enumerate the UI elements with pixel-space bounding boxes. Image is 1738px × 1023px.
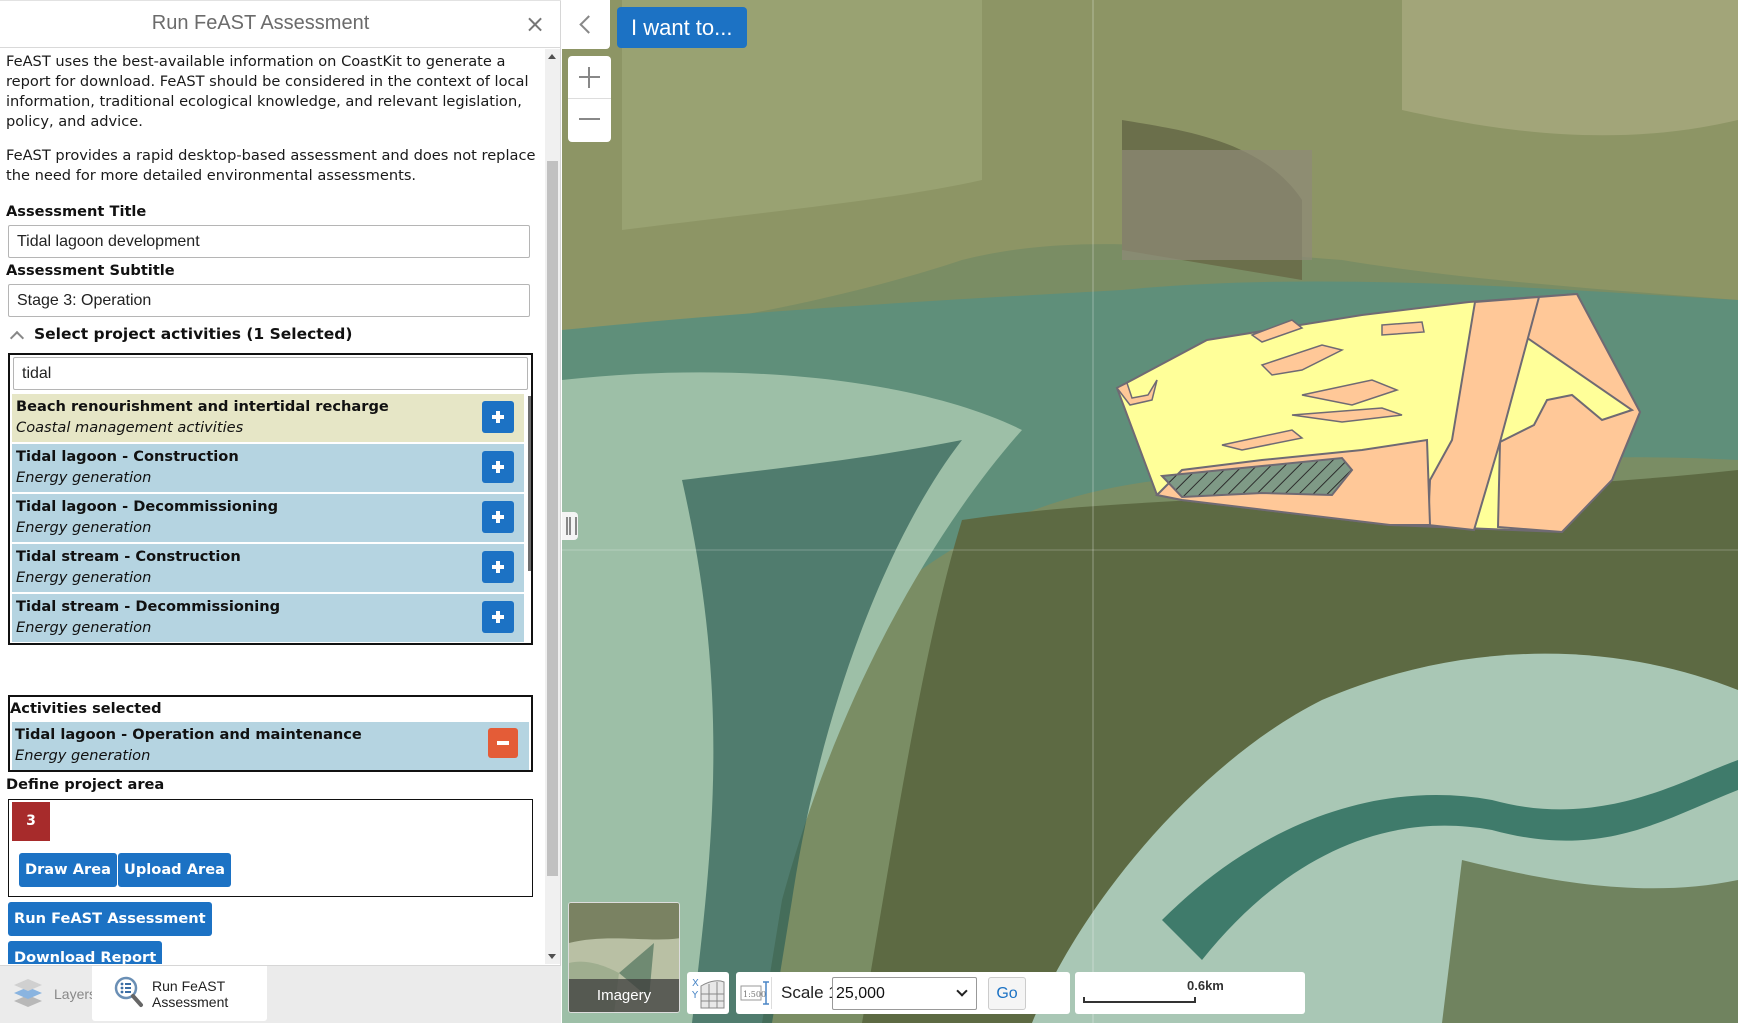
intro-paragraph: FeAST provides a rapid desktop-based ass… — [6, 147, 536, 184]
svg-text:Y: Y — [691, 990, 699, 1001]
remove-activity-button[interactable] — [488, 728, 518, 758]
map-view[interactable]: I want to... Imagery X Y 1:500 Scale 1: … — [562, 0, 1738, 1023]
add-activity-button[interactable] — [482, 601, 514, 633]
scrollbar-thumb[interactable] — [547, 161, 558, 876]
scale-select[interactable]: 25,000 — [832, 977, 977, 1010]
activity-picker: tidal Beach renourishment and intertidal… — [8, 353, 533, 645]
activity-name: Tidal stream - Construction — [16, 548, 241, 565]
tab-label: Run FeAST Assessment — [152, 977, 229, 1010]
panel-title: Run FeAST Assessment — [151, 12, 370, 34]
activity-result-item: Beach renourishment and intertidal recha… — [12, 394, 524, 442]
basemap-switcher[interactable]: Imagery — [568, 902, 680, 1013]
scroll-down-icon[interactable] — [548, 954, 556, 959]
basemap-label: Imagery — [569, 979, 679, 1012]
scale-icon[interactable]: 1:500 — [740, 977, 772, 1009]
tab-run-feast[interactable]: Run FeAST Assessment — [92, 966, 267, 1021]
activity-category: Coastal management activities — [16, 419, 244, 436]
panel-scrollbar[interactable] — [545, 49, 560, 964]
activity-result-item: Tidal lagoon - Decommissioning Energy ge… — [12, 494, 524, 542]
activity-search-input[interactable]: tidal — [13, 357, 528, 390]
svg-text:X: X — [692, 978, 699, 989]
tab-label: Layers — [54, 985, 97, 1002]
scroll-up-icon[interactable] — [548, 54, 556, 59]
intro-paragraph: FeAST uses the best-available informatio… — [6, 53, 529, 130]
activity-category: Energy generation — [16, 469, 152, 486]
activity-result-item: Tidal stream - Construction Energy gener… — [12, 544, 524, 592]
close-icon: × — [524, 10, 546, 38]
bottom-tab-bar: Layers Run FeAST Assessment — [0, 965, 561, 1023]
activity-results-list: Beach renourishment and intertidal recha… — [12, 394, 526, 642]
assessment-title-input[interactable]: Tidal lagoon development — [8, 225, 530, 258]
go-button[interactable]: Go — [988, 977, 1026, 1010]
activity-result-item: Tidal lagoon - Construction Energy gener… — [12, 444, 524, 492]
selected-activities: Activities selected Tidal lagoon - Opera… — [8, 695, 533, 772]
activity-name: Tidal stream - Decommissioning — [16, 598, 281, 615]
activities-toggle-label: Select project activities (1 Selected) — [34, 325, 353, 343]
xy-grid-icon: X Y — [691, 978, 725, 1009]
assessment-subtitle-input[interactable]: Stage 3: Operation — [8, 284, 530, 317]
activity-category: Energy generation — [16, 619, 152, 636]
svg-text:1:500: 1:500 — [743, 990, 766, 999]
area-count-badge: 3 — [12, 802, 50, 841]
panel-header: Run FeAST Assessment × — [0, 0, 561, 48]
feast-panel: Run FeAST Assessment × FeAST uses the be… — [0, 0, 561, 1023]
project-area-label: Define project area — [6, 776, 165, 793]
scale-bar: 0.6km — [1075, 972, 1305, 1014]
assessment-title-label: Assessment Title — [6, 203, 147, 220]
scale-value: 25,000 — [836, 985, 885, 1002]
assessment-subtitle-label: Assessment Subtitle — [6, 262, 175, 279]
coordinate-tool-button[interactable]: X Y — [687, 972, 729, 1014]
activity-category: Energy generation — [16, 569, 152, 586]
panel-resize-handle[interactable] — [562, 512, 578, 540]
chevron-up-icon — [10, 331, 22, 343]
activity-name: Tidal lagoon - Decommissioning — [16, 498, 279, 515]
collapse-panel-button[interactable] — [562, 0, 610, 49]
add-activity-button[interactable] — [482, 551, 514, 583]
project-area-box: 3 Draw Area Upload Area — [8, 799, 533, 897]
run-assessment-button[interactable]: Run FeAST Assessment — [8, 902, 212, 936]
close-panel-button[interactable]: × — [523, 10, 547, 38]
zoom-in-button[interactable] — [568, 56, 611, 99]
zoom-control — [568, 56, 611, 142]
add-activity-button[interactable] — [482, 401, 514, 433]
activity-list-scrollbar[interactable] — [528, 396, 531, 571]
tab-layers[interactable]: Layers — [12, 966, 96, 1021]
activity-result-item: Tidal stream - Decommissioning Energy ge… — [12, 594, 524, 642]
layers-icon — [12, 977, 44, 1011]
i-want-to-button[interactable]: I want to... — [617, 7, 747, 48]
scale-control: 1:500 Scale 1: 25,000 Go — [736, 972, 1070, 1014]
scale-bar-label: 0.6km — [1187, 978, 1224, 993]
satellite-imagery — [562, 0, 1738, 1023]
activity-category: Energy generation — [15, 747, 151, 764]
draw-area-button[interactable]: Draw Area — [19, 853, 117, 887]
activity-name: Beach renourishment and intertidal recha… — [16, 398, 389, 415]
download-report-button[interactable]: Download Report — [8, 941, 163, 964]
panel-content: FeAST uses the best-available informatio… — [0, 49, 545, 964]
activity-category: Energy generation — [16, 519, 152, 536]
upload-area-button[interactable]: Upload Area — [118, 853, 231, 887]
add-activity-button[interactable] — [482, 501, 514, 533]
scale-bar-line — [1083, 997, 1196, 1003]
activity-name: Tidal lagoon - Construction — [16, 448, 239, 465]
search-list-icon — [114, 976, 144, 1012]
activity-name: Tidal lagoon - Operation and maintenance — [15, 726, 362, 743]
selected-activities-title: Activities selected — [10, 700, 162, 717]
selected-activity-item: Tidal lagoon - Operation and maintenance… — [12, 722, 529, 770]
activities-toggle[interactable]: Select project activities (1 Selected) — [10, 325, 352, 343]
chevron-down-icon — [956, 985, 968, 997]
zoom-out-button[interactable] — [568, 99, 611, 142]
add-activity-button[interactable] — [482, 451, 514, 483]
